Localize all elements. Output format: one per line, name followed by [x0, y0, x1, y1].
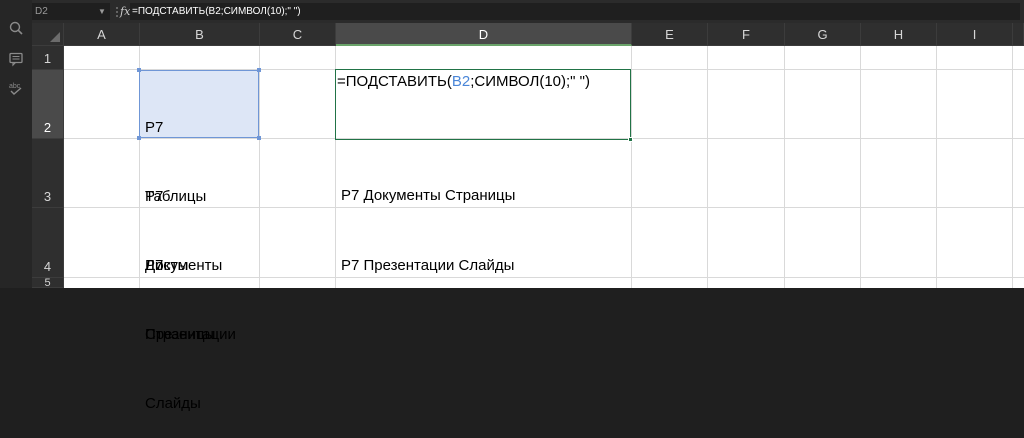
row-header-1[interactable]: 1: [32, 46, 64, 70]
search-icon[interactable]: [8, 20, 24, 36]
grid-line: [860, 46, 861, 288]
grid-line: [784, 46, 785, 288]
cell-b4[interactable]: Р7 Презентации Слайды: [139, 208, 259, 412]
column-header-h[interactable]: H: [861, 23, 937, 46]
chevron-down-icon[interactable]: ▼: [98, 3, 108, 20]
column-header-b[interactable]: B: [140, 23, 260, 46]
cell-d4[interactable]: Р7 Презентации Слайды: [335, 254, 631, 277]
left-sidebar: abc: [0, 0, 32, 288]
grid-line: [631, 46, 632, 288]
formula-suffix: ;СИМВОЛ(10);" "): [470, 73, 590, 90]
row-header-4[interactable]: 4: [32, 208, 64, 278]
grid-line: [259, 46, 260, 288]
formula-input[interactable]: =ПОДСТАВИТЬ(B2;СИМВОЛ(10);" "): [130, 3, 1020, 20]
column-header-f[interactable]: F: [708, 23, 785, 46]
cell-b2[interactable]: Р7 Таблицы Листы: [139, 70, 259, 274]
cell-d3[interactable]: Р7 Документы Страницы: [335, 184, 631, 207]
column-header-c[interactable]: C: [260, 23, 336, 46]
column-header-d[interactable]: D: [336, 23, 632, 46]
column-header-i[interactable]: I: [937, 23, 1013, 46]
cell-b2-line: Р7: [145, 119, 164, 136]
cell-b4-line: Слайды: [145, 395, 201, 412]
select-all-triangle: [50, 32, 60, 42]
fill-handle[interactable]: [628, 137, 633, 142]
spell-check-icon[interactable]: abc: [8, 80, 24, 96]
separator-dots-icon: [116, 7, 118, 17]
formula-bar: D2 ▼ fx =ПОДСТАВИТЬ(B2;СИМВОЛ(10);" "): [32, 0, 1024, 24]
row-header-3[interactable]: 3: [32, 139, 64, 208]
comment-icon[interactable]: [8, 51, 24, 67]
formula-reference-b2: B2: [451, 73, 471, 90]
cell-d2[interactable]: =ПОДСТАВИТЬ(B2;СИМВОЛ(10);" "): [335, 70, 631, 94]
column-header-e[interactable]: E: [632, 23, 708, 46]
cell-b4-line: Р7: [145, 257, 164, 274]
cell-b3[interactable]: Р7 Документы Страницы: [139, 139, 259, 343]
grid-line: [936, 46, 937, 288]
column-header-j-partial[interactable]: [1013, 23, 1024, 46]
grid-line: [1012, 46, 1013, 288]
column-header-a[interactable]: A: [64, 23, 140, 46]
cell-b3-line: Р7: [145, 188, 164, 205]
row-header-2[interactable]: 2: [32, 70, 64, 139]
cell-b4-line: Презентации: [145, 326, 236, 343]
row-header-5[interactable]: 5: [32, 278, 64, 289]
select-all-corner[interactable]: [32, 23, 64, 46]
formula-prefix: =ПОДСТАВИТЬ(: [337, 73, 452, 90]
grid-line: [707, 46, 708, 288]
column-header-g[interactable]: G: [785, 23, 861, 46]
